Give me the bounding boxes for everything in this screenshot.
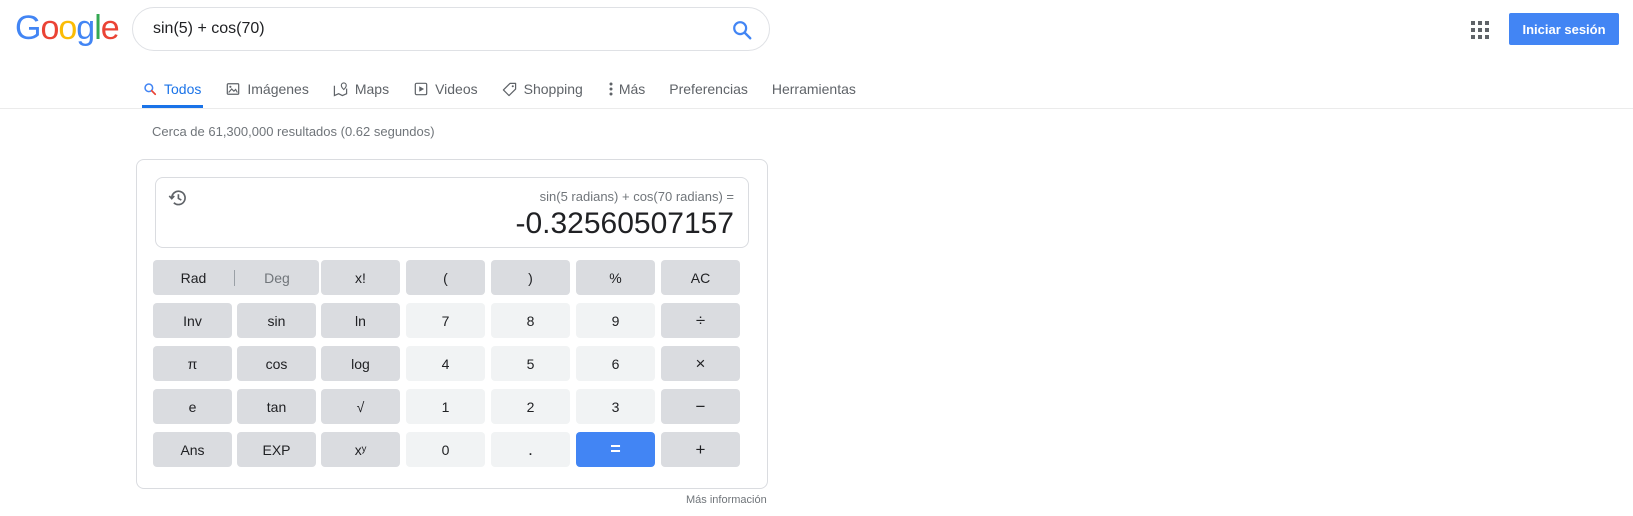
digit-7-button[interactable]: 7 [406, 303, 485, 338]
all-clear-button[interactable]: AC [661, 260, 740, 295]
angle-mode-toggle: Rad Deg [153, 260, 319, 295]
search-box [132, 7, 770, 51]
tab-label: Herramientas [771, 81, 856, 97]
digit-1-button[interactable]: 1 [406, 389, 485, 424]
digit-3-button[interactable]: 3 [576, 389, 655, 424]
calculator-expression: sin(5 radians) + cos(70 radians) = [539, 189, 734, 204]
tag-icon [502, 81, 518, 97]
tab-preferencias[interactable]: Preferencias [669, 70, 748, 108]
tan-button[interactable]: tan [237, 389, 316, 424]
euler-button[interactable]: e [153, 389, 232, 424]
logo-letter: g [76, 9, 95, 47]
header-divider [0, 108, 1633, 109]
decimal-button[interactable]: . [491, 432, 570, 467]
tab-videos[interactable]: Videos [413, 70, 478, 108]
tab-maps[interactable]: Maps [333, 70, 389, 108]
logo-letter: e [100, 9, 120, 47]
answer-button[interactable]: Ans [153, 432, 232, 467]
logo-letter: G [15, 9, 41, 47]
tab-shopping[interactable]: Shopping [502, 70, 583, 108]
tab-mas[interactable]: Más [607, 70, 645, 108]
sqrt-button[interactable]: √ [321, 389, 400, 424]
digit-8-button[interactable]: 8 [491, 303, 570, 338]
tab-label: Preferencias [669, 81, 748, 97]
cos-button[interactable]: cos [237, 346, 316, 381]
percent-button[interactable]: % [576, 260, 655, 295]
search-icon [142, 81, 158, 97]
factorial-button[interactable]: x! [321, 260, 400, 295]
tab-label: Maps [354, 81, 390, 97]
rad-button[interactable]: Rad [153, 270, 234, 286]
tab-todos[interactable]: Todos [142, 70, 204, 108]
add-button[interactable]: + [661, 432, 740, 467]
equals-button[interactable]: = [576, 432, 655, 467]
video-icon [413, 81, 429, 97]
digit-5-button[interactable]: 5 [491, 346, 570, 381]
result-stats: Cerca de 61,300,000 resultados (0.62 seg… [152, 124, 435, 139]
divide-button[interactable]: ÷ [661, 303, 740, 338]
logo-letter: o [40, 9, 59, 47]
close-paren-button[interactable]: ) [491, 260, 570, 295]
tab-label: Imágenes [247, 81, 309, 97]
tab-label: Todos [164, 81, 202, 97]
tab-herramientas[interactable]: Herramientas [772, 70, 856, 108]
multiply-button[interactable]: × [661, 346, 740, 381]
tab-label: Más [618, 81, 646, 97]
subtract-button[interactable]: − [661, 389, 740, 424]
sin-button[interactable]: sin [237, 303, 316, 338]
digit-0-button[interactable]: 0 [406, 432, 485, 467]
pi-button[interactable]: π [153, 346, 232, 381]
tab-label: Videos [435, 81, 478, 97]
search-input[interactable] [153, 8, 693, 50]
power-button[interactable]: xʸ [321, 432, 400, 467]
ln-button[interactable]: ln [321, 303, 400, 338]
calculator-card: sin(5 radians) + cos(70 radians) = -0.32… [136, 159, 768, 489]
inverse-button[interactable]: Inv [153, 303, 232, 338]
history-icon[interactable] [168, 188, 188, 208]
signin-button[interactable]: Iniciar sesión [1509, 13, 1619, 45]
apps-grid-icon[interactable] [1470, 20, 1490, 40]
exp-button[interactable]: EXP [237, 432, 316, 467]
search-tabs: Todos Imágenes Maps Videos Shopping Más … [142, 70, 880, 108]
digit-6-button[interactable]: 6 [576, 346, 655, 381]
more-info-link[interactable]: Más información [686, 494, 767, 506]
search-icon[interactable] [731, 19, 753, 41]
tab-label: Shopping [523, 81, 583, 97]
log-button[interactable]: log [321, 346, 400, 381]
digit-9-button[interactable]: 9 [576, 303, 655, 338]
digit-2-button[interactable]: 2 [491, 389, 570, 424]
logo-letter: o [58, 9, 77, 47]
google-logo[interactable]: G o o g l e [15, 9, 120, 47]
image-icon [225, 81, 241, 97]
deg-button[interactable]: Deg [235, 270, 319, 286]
digit-4-button[interactable]: 4 [406, 346, 485, 381]
tab-imagenes[interactable]: Imágenes [225, 70, 309, 108]
more-vert-icon [607, 81, 615, 97]
calculator-display: sin(5 radians) + cos(70 radians) = -0.32… [155, 177, 749, 248]
open-paren-button[interactable]: ( [406, 260, 485, 295]
map-icon [333, 81, 349, 97]
calculator-result: -0.32560507157 [515, 207, 734, 240]
